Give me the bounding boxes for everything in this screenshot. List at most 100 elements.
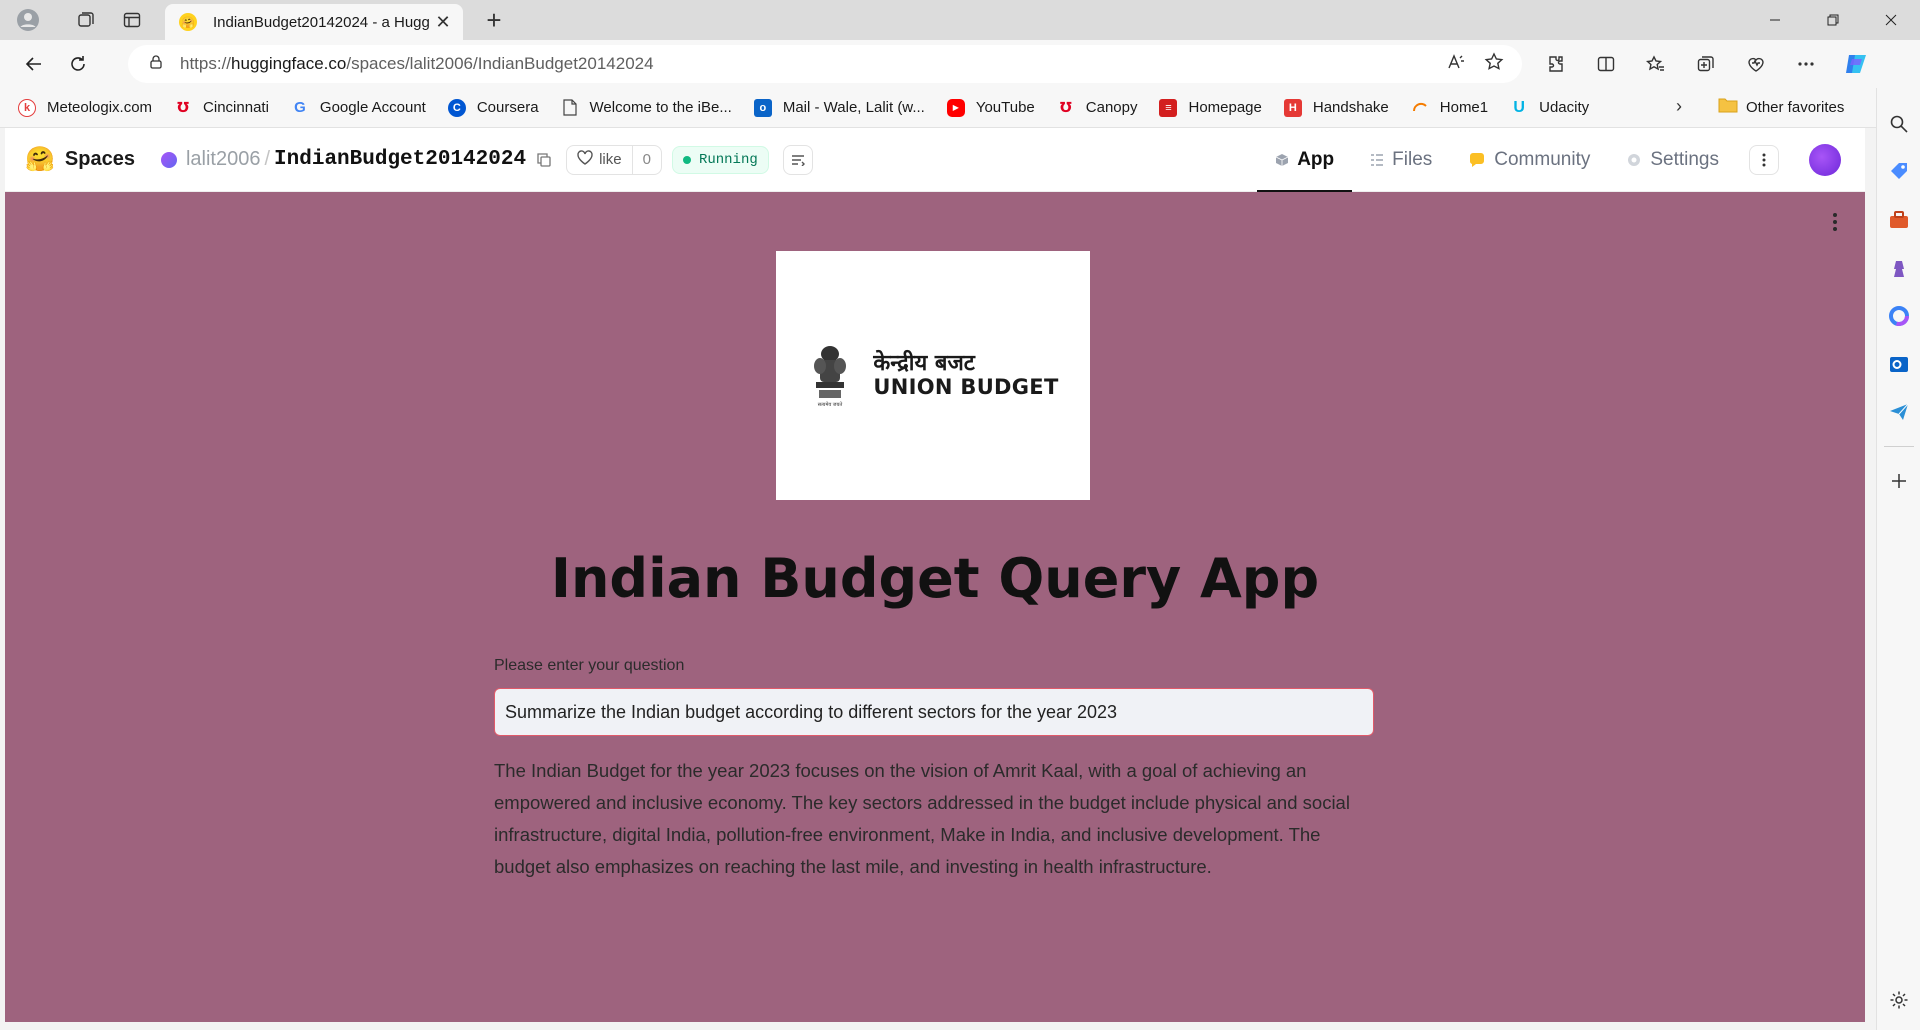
refresh-button[interactable] xyxy=(58,44,98,84)
hf-space-header: 🤗 Spaces lalit2006 / IndianBudget2014202… xyxy=(5,128,1865,192)
bookmark-udacity[interactable]: U Udacity xyxy=(1510,99,1589,117)
app-main-menu-icon[interactable] xyxy=(1825,210,1845,234)
owner-avatar[interactable] xyxy=(160,151,177,168)
status-badge: Running xyxy=(671,145,769,174)
page-icon xyxy=(561,99,579,117)
search-icon[interactable] xyxy=(1884,109,1914,139)
collections-icon[interactable] xyxy=(1686,44,1726,84)
outlook-icon: o xyxy=(753,98,772,117)
uc-icon: ℧ xyxy=(177,99,189,115)
svg-text:सत्यमेव जयते: सत्यमेव जयते xyxy=(818,401,843,408)
bookmark-handshake[interactable]: H Handshake xyxy=(1283,98,1389,117)
outlook-icon[interactable] xyxy=(1884,349,1914,379)
bookmark-ibe[interactable]: Welcome to the iBe... xyxy=(561,99,732,117)
logo-english-text: UNION BUDGET xyxy=(873,375,1059,400)
bookmark-home1[interactable]: Home1 xyxy=(1411,99,1488,117)
add-icon[interactable] xyxy=(1884,466,1914,496)
tab-community[interactable]: Community xyxy=(1450,128,1608,192)
workspaces-icon[interactable] xyxy=(66,0,106,40)
shopping-tag-icon[interactable] xyxy=(1884,157,1914,187)
path-separator: / xyxy=(264,148,271,170)
send-icon[interactable] xyxy=(1884,397,1914,427)
bookmark-meteologix[interactable]: k Meteologix.com xyxy=(18,98,152,117)
huggingface-favicon-icon: 🤗 xyxy=(179,13,197,31)
google-icon: G xyxy=(294,99,306,116)
other-favorites[interactable]: Other favorites xyxy=(1718,97,1844,117)
bookmark-homepage[interactable]: ≡ Homepage xyxy=(1159,98,1262,117)
bookmark-google-account[interactable]: G Google Account xyxy=(291,99,426,117)
bookmark-canopy[interactable]: ℧ Canopy xyxy=(1057,99,1138,117)
restore-button[interactable] xyxy=(1804,0,1862,40)
games-icon[interactable] xyxy=(1884,253,1914,283)
like-label: like xyxy=(599,151,622,168)
extensions-icon[interactable] xyxy=(1536,44,1576,84)
minimize-button[interactable] xyxy=(1746,0,1804,40)
bookmark-mail[interactable]: o Mail - Wale, Lalit (w... xyxy=(753,98,925,117)
cube-icon xyxy=(1276,154,1289,166)
logs-icon xyxy=(791,154,805,166)
status-dot-icon xyxy=(682,155,691,164)
back-button[interactable] xyxy=(14,44,54,84)
close-tab-icon[interactable]: ✕ xyxy=(433,12,453,33)
tools-briefcase-icon[interactable] xyxy=(1884,205,1914,235)
folder-icon xyxy=(1718,97,1738,117)
tab-actions-icon[interactable] xyxy=(112,0,152,40)
like-count[interactable]: 0 xyxy=(633,151,661,168)
copilot-icon[interactable] xyxy=(1836,44,1876,84)
question-input[interactable] xyxy=(494,688,1374,736)
read-aloud-icon[interactable] xyxy=(1446,52,1466,77)
profile-icon[interactable] xyxy=(8,0,48,40)
user-avatar[interactable] xyxy=(1809,144,1841,176)
udacity-icon: U xyxy=(1513,98,1525,116)
active-tab[interactable]: 🤗 IndianBudget20142024 - a Hugg ✕ xyxy=(165,4,463,40)
heart-icon xyxy=(577,150,593,169)
repo-name[interactable]: IndianBudget20142024 xyxy=(274,148,526,171)
copy-icon[interactable] xyxy=(536,152,552,168)
favorites-icon[interactable] xyxy=(1636,44,1676,84)
streamlit-app: सत्यमेव जयते केन्द्रीय बजट UNION BUDGET … xyxy=(5,192,1865,1022)
bookmark-youtube[interactable]: ▶ YouTube xyxy=(946,98,1035,117)
tab-app[interactable]: App xyxy=(1257,128,1353,192)
chevron-right-icon[interactable]: › xyxy=(1676,96,1682,117)
favorite-star-icon[interactable] xyxy=(1484,51,1504,77)
edge-sidebar xyxy=(1876,88,1920,1030)
files-icon xyxy=(1371,154,1384,166)
tab-title: IndianBudget20142024 - a Hugg xyxy=(213,13,430,31)
browser-essentials-icon[interactable] xyxy=(1736,44,1776,84)
logo-hindi-text: केन्द्रीय बजट xyxy=(873,350,975,376)
settings-more-icon[interactable] xyxy=(1786,44,1826,84)
new-tab-button[interactable]: + xyxy=(478,4,510,36)
vertical-dots-icon xyxy=(1762,153,1766,167)
tab-settings[interactable]: Settings xyxy=(1608,128,1737,192)
like-button[interactable]: like 0 xyxy=(566,144,662,175)
owner-link[interactable]: lalit2006 xyxy=(186,148,261,171)
lock-icon[interactable] xyxy=(148,54,164,75)
sidebar-settings-icon[interactable] xyxy=(1884,985,1914,1015)
homepage-icon: ≡ xyxy=(1159,98,1178,117)
bookmark-coursera[interactable]: C Coursera xyxy=(447,98,539,117)
home1-icon xyxy=(1411,99,1429,117)
url-bar[interactable]: https://huggingface.co/spaces/lalit2006/… xyxy=(128,45,1522,83)
address-bar-row: https://huggingface.co/spaces/lalit2006/… xyxy=(0,40,1920,88)
question-label: Please enter your question xyxy=(494,657,685,674)
logs-button[interactable] xyxy=(782,144,813,175)
space-nav: App Files Community Settings xyxy=(1257,128,1865,192)
youtube-icon: ▶ xyxy=(946,98,965,117)
url-text[interactable]: https://huggingface.co/spaces/lalit2006/… xyxy=(180,54,654,74)
national-emblem-icon: सत्यमेव जयते xyxy=(814,345,847,408)
more-options-button[interactable] xyxy=(1749,145,1779,175)
split-screen-icon[interactable] xyxy=(1586,44,1626,84)
title-bar: 🤗 IndianBudget20142024 - a Hugg ✕ + xyxy=(0,0,1920,40)
bookmark-cincinnati[interactable]: ℧ Cincinnati xyxy=(174,99,269,117)
tab-files[interactable]: Files xyxy=(1352,128,1450,192)
spaces-link[interactable]: Spaces xyxy=(65,148,135,171)
huggingface-logo-icon[interactable]: 🤗 xyxy=(25,145,55,174)
community-icon xyxy=(1470,153,1485,167)
union-budget-logo: सत्यमेव जयते केन्द्रीय बजट UNION BUDGET xyxy=(776,251,1090,500)
handshake-icon: H xyxy=(1283,98,1302,117)
microsoft-365-icon[interactable] xyxy=(1884,301,1914,331)
page-title: Indian Budget Query App xyxy=(550,547,1320,610)
uc-icon: ℧ xyxy=(1059,99,1072,115)
close-window-button[interactable] xyxy=(1862,0,1920,40)
status-text: Running xyxy=(698,151,758,168)
